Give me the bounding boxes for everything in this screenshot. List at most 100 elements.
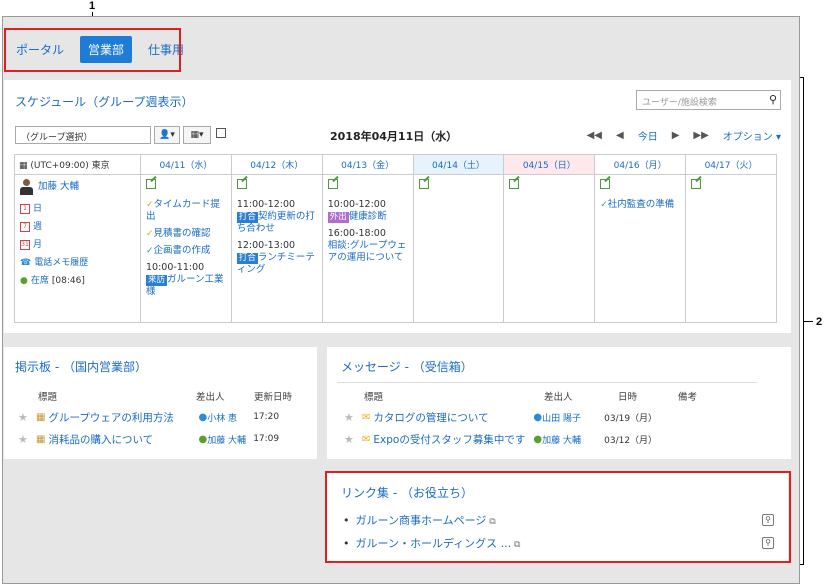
day-cell[interactable] [412, 174, 505, 323]
todo-item[interactable]: タイムカード提出 [146, 199, 220, 222]
add-schedule-icon[interactable] [509, 179, 520, 189]
star-icon[interactable]: ★ [18, 411, 36, 424]
event-time: 12:00-13:00 [236, 240, 296, 251]
copy-icon[interactable] [216, 128, 226, 138]
event-time: 10:00-11:00 [146, 262, 205, 273]
star-icon[interactable]: ★ [18, 433, 36, 446]
bulletin-subject[interactable]: 消耗品の購入について [48, 432, 198, 447]
star-icon[interactable]: ★ [344, 411, 362, 424]
event-tag: 打合 [236, 212, 258, 223]
day-cell[interactable] [503, 174, 596, 323]
message-icon: ✉ [362, 433, 371, 445]
bulletin-time: 17:09 [253, 434, 280, 444]
col-date: 日時 [618, 392, 638, 403]
user-cell: 加藤 大輔 1日 7週 31 月 ☎ 電話メモ履歴 ● 在席 [08:46] [14, 174, 141, 323]
group-select[interactable]: （グループ選択） [15, 126, 151, 144]
messages-panel: メッセージ - （受信箱） 標題 差出人 日時 備考 ★ ✉ カタログの管理につ… [327, 347, 791, 459]
day-calendar-icon: 1 [20, 204, 30, 214]
message-sender[interactable]: 加藤 大輔 [542, 433, 604, 446]
bulletin-sender[interactable]: 小林 恵 [207, 411, 253, 424]
next-week-icon[interactable]: ▶▶ [693, 130, 708, 141]
col-subject: 標題 [364, 392, 384, 403]
day-header[interactable]: 04/11（水） [140, 154, 232, 175]
todo-item[interactable]: 見積書の確認 [154, 228, 211, 239]
day-view-link[interactable]: 日 [33, 203, 42, 215]
facility-select-button[interactable]: ▦▾ [183, 126, 211, 144]
add-schedule-icon[interactable] [418, 179, 429, 189]
col-note: 備考 [678, 392, 698, 403]
message-subject[interactable]: カタログの管理について [373, 410, 533, 425]
event-title[interactable]: 相談:グループウェアの運用について [328, 240, 407, 263]
event-title[interactable]: 健康診断 [349, 211, 387, 222]
today-button[interactable]: 今日 [638, 128, 658, 143]
search-icon[interactable]: ⚲ [769, 93, 777, 106]
event-tag: 来訪 [146, 275, 168, 286]
todo-item[interactable]: 企画書の作成 [154, 245, 211, 256]
message-sender[interactable]: 山田 陽子 [542, 411, 604, 424]
day-header[interactable]: 04/17（火） [685, 154, 777, 175]
day-header[interactable]: 04/14（土） [412, 154, 505, 175]
presence-icon: ● [20, 276, 28, 286]
table-row[interactable]: ★ ✉ カタログの管理について ● 山田 陽子 03/19（月） [344, 406, 784, 428]
todo-icon: ✓ [146, 200, 154, 210]
options-menu[interactable]: オプション ▾ [723, 128, 781, 143]
month-view-link[interactable]: 月 [33, 239, 42, 251]
day-header[interactable]: 04/12（木） [230, 154, 323, 175]
bulletin-sender[interactable]: 加藤 大輔 [207, 433, 253, 446]
day-header[interactable]: 04/13（金） [321, 154, 414, 175]
col-sender: 差出人 [544, 392, 573, 403]
day-cell[interactable]: 11:00-12:00 打合 契約更新の打ち合わせ 12:00-13:00 打合 ランチ… [230, 174, 323, 323]
table-row[interactable]: ★ ▦ グループウェアの利用方法 ● 小林 恵 17:20 [18, 406, 308, 428]
messages-title[interactable]: メッセージ - （受信箱） [341, 358, 473, 375]
table-row[interactable]: ★ ✉ Expoの受付スタッフ募集中です ● 加藤 大輔 03/12（月） [344, 428, 784, 450]
add-schedule-icon[interactable] [691, 179, 702, 189]
month-calendar-icon: 31 [20, 240, 30, 250]
user-icon: ● [198, 411, 208, 423]
day-cell[interactable]: ✓タイムカード提出 ✓見積書の確認 ✓企画書の作成 10:00-11:00 来訪ガ… [140, 174, 232, 323]
done-check-icon: ✓ [146, 246, 154, 256]
add-schedule-icon[interactable] [236, 179, 247, 189]
week-calendar: ▦ (UTC+09:00) 東京 04/11（水） 04/12（木） 04/13… [14, 154, 777, 323]
prev-week-icon[interactable]: ◀◀ [587, 130, 602, 141]
event-tag: 打合 [236, 253, 258, 264]
day-cell[interactable]: ✓社内監査の準備 [594, 174, 687, 323]
add-schedule-icon[interactable] [146, 179, 156, 189]
callout-1: 1 [89, 0, 96, 12]
event-time: 10:00-12:00 [327, 199, 386, 210]
callout-2: 2 [816, 316, 823, 328]
user-icon: ● [533, 411, 543, 423]
user-name[interactable]: 加藤 大輔 [38, 181, 79, 193]
date-navigation: ◀◀ ◀ 今日 ▶ ▶▶ オプション ▾ [587, 128, 781, 143]
day-header[interactable]: 04/15（日） [503, 154, 596, 175]
next-day-icon[interactable]: ▶ [672, 130, 680, 141]
col-sender: 差出人 [196, 392, 225, 403]
bulletin-time: 17:20 [253, 412, 280, 422]
phone-memo-link[interactable]: 電話メモ履歴 [34, 257, 88, 269]
day-header[interactable]: 04/16（月） [594, 154, 687, 175]
add-schedule-icon[interactable] [600, 179, 611, 189]
presence-status[interactable]: 在席 [31, 275, 49, 287]
todo-item[interactable]: 社内監査の準備 [608, 199, 675, 210]
star-icon[interactable]: ★ [344, 433, 362, 446]
user-icon: ● [533, 433, 543, 445]
prev-day-icon[interactable]: ◀ [616, 130, 624, 141]
table-row[interactable]: ★ ▦ 消耗品の購入について ● 加藤 大輔 17:09 [18, 428, 308, 450]
user-icon: ● [198, 433, 208, 445]
col-subject: 標題 [38, 392, 58, 403]
week-view-link[interactable]: 週 [33, 221, 42, 233]
bulletin-panel: 掲示板 - （国内営業部） 標題 差出人 更新日時 ★ ▦ グループウェアの利用… [4, 347, 317, 459]
todo-icon: ✓ [146, 229, 154, 239]
user-select-button[interactable]: 👤▾ [154, 126, 180, 144]
schedule-title[interactable]: スケジュール（グループ週表示） [15, 93, 193, 110]
user-facility-search-input[interactable]: ユーザー/施設検索 ⚲ [636, 90, 781, 110]
bulletin-subject[interactable]: グループウェアの利用方法 [48, 410, 198, 425]
avatar [20, 179, 33, 195]
add-schedule-icon[interactable] [327, 179, 338, 189]
day-cell[interactable] [685, 174, 777, 323]
message-subject[interactable]: Expoの受付スタッフ募集中です [373, 432, 533, 447]
event-tag: 外出 [327, 212, 349, 223]
bulletin-title[interactable]: 掲示板 - （国内営業部） [15, 358, 147, 375]
callout-3-box [325, 471, 791, 563]
current-date: 2018年04月11日（水） [330, 130, 458, 143]
day-cell[interactable]: 10:00-12:00 外出 健康診断 16:00-18:00 相談:グループウェアの… [321, 174, 414, 323]
